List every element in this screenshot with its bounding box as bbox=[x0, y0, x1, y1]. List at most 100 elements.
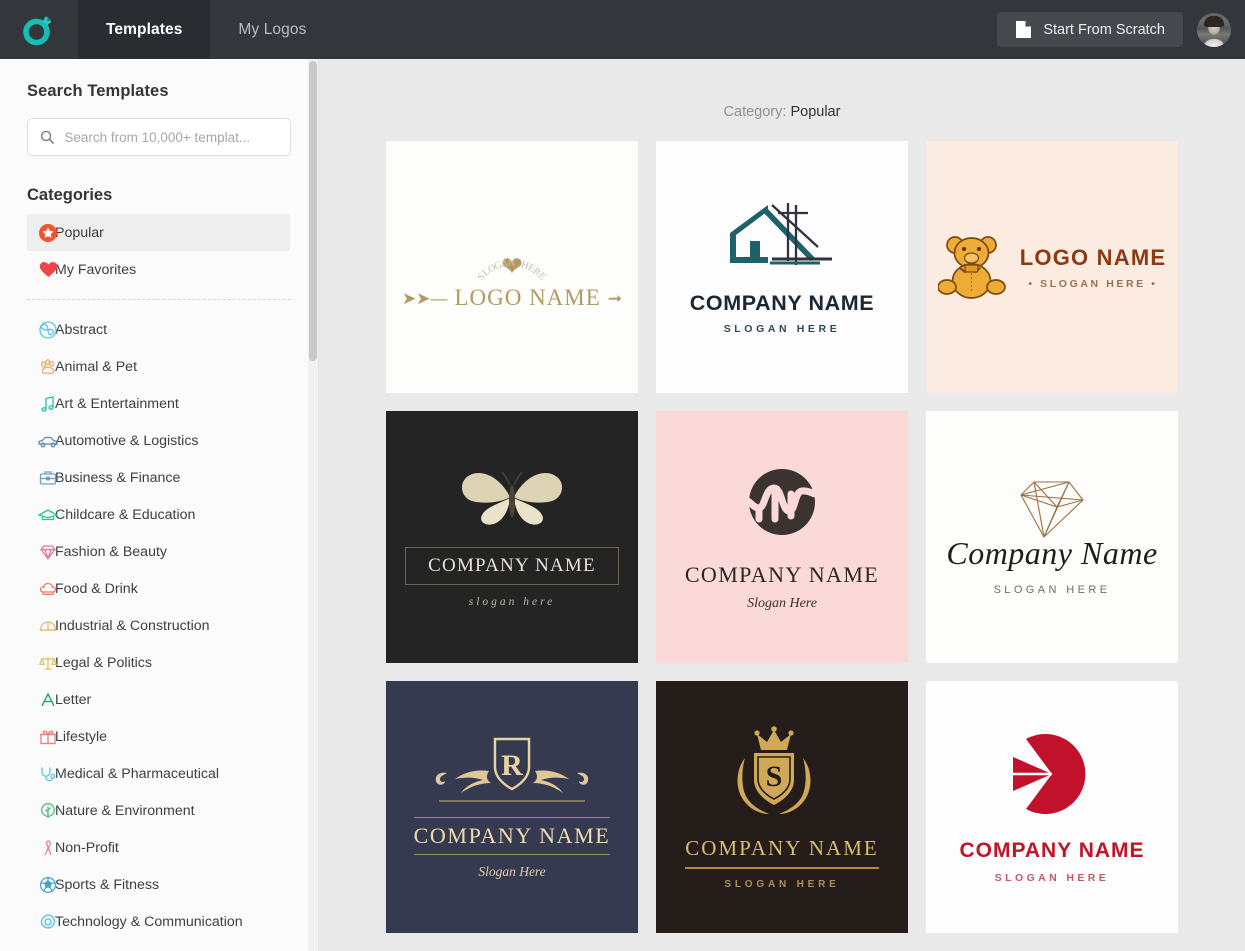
start-from-scratch-button[interactable]: Start From Scratch bbox=[997, 12, 1183, 47]
sidebar-item-childcare-education[interactable]: Childcare & Education bbox=[27, 496, 290, 533]
template-card[interactable]: COMPANY NAME Slogan Here bbox=[656, 411, 908, 663]
sidebar-scrollbar-thumb[interactable] bbox=[309, 61, 317, 361]
search-input[interactable] bbox=[64, 129, 278, 145]
sidebar-item-automotive-logistics-label: Automotive & Logistics bbox=[55, 432, 199, 449]
category-header: Category: Popular bbox=[319, 59, 1245, 120]
template-slogan: SLOGAN HERE bbox=[723, 323, 841, 335]
sidebar-item-popular[interactable]: Popular bbox=[27, 214, 290, 251]
tab-my-logos-label: My Logos bbox=[238, 20, 307, 38]
graduation-cap-icon bbox=[37, 504, 59, 526]
sidebar-item-automotive-logistics[interactable]: Automotive & Logistics bbox=[27, 422, 290, 459]
tab-templates[interactable]: Templates bbox=[78, 0, 211, 59]
sidebar-item-business-finance-label: Business & Finance bbox=[55, 469, 181, 486]
template-slogan: Slogan Here bbox=[478, 863, 546, 879]
template-slogan: • SLOGAN HERE • bbox=[1028, 277, 1158, 290]
template-card[interactable]: COMPANY NAME SLOGAN HERE bbox=[656, 141, 908, 393]
sidebar-item-medical-pharmaceutical-label: Medical & Pharmaceutical bbox=[55, 765, 220, 782]
sidebar-item-fashion-beauty-label: Fashion & Beauty bbox=[55, 543, 167, 560]
sidebar-item-technology-communication[interactable]: Technology & Communication bbox=[27, 903, 290, 940]
sidebar-item-nature-environment[interactable]: Nature & Environment bbox=[27, 792, 290, 829]
sidebar-item-industrial-construction[interactable]: Industrial & Construction bbox=[27, 607, 290, 644]
hard-hat-icon bbox=[37, 615, 59, 637]
sidebar-item-letter-label: Letter bbox=[55, 691, 92, 708]
tab-my-logos[interactable]: My Logos bbox=[210, 0, 334, 59]
category-value-label: Popular bbox=[790, 104, 841, 120]
template-card[interactable]: LOGO NAME • SLOGAN HERE • bbox=[926, 141, 1178, 393]
sidebar-item-my-favorites-label: My Favorites bbox=[55, 261, 137, 278]
template-name: COMPANY NAME bbox=[684, 562, 880, 587]
sidebar-item-legal-politics-label: Legal & Politics bbox=[55, 654, 152, 671]
music-note-icon bbox=[37, 393, 59, 415]
search-templates-box[interactable] bbox=[27, 118, 291, 156]
soccer-ball-icon bbox=[37, 874, 59, 896]
diamond-outline-icon bbox=[1020, 480, 1084, 538]
start-from-scratch-label: Start From Scratch bbox=[1043, 21, 1165, 38]
avatar-hair bbox=[1204, 15, 1224, 27]
house-blueprint-icon bbox=[729, 203, 832, 265]
template-slogan: SLOGAN HERE bbox=[993, 583, 1111, 596]
sidebar-item-food-drink-label: Food & Drink bbox=[55, 580, 138, 597]
crown-crest-laurel-icon: S bbox=[737, 726, 811, 814]
sidebar-item-fashion-beauty[interactable]: Fashion & Beauty bbox=[27, 533, 290, 570]
gift-box-icon bbox=[37, 726, 59, 748]
scales-balance-icon bbox=[37, 652, 59, 674]
sidebar-divider bbox=[27, 299, 291, 300]
butterfly-icon bbox=[461, 471, 563, 525]
templates-main-panel: Category: Popular SLOGAN HERE ❤ ➤➤— LOGO… bbox=[319, 59, 1245, 951]
sidebar-item-industrial-construction-label: Industrial & Construction bbox=[55, 617, 210, 634]
sidebar-item-popular-label: Popular bbox=[55, 224, 104, 241]
sidebar-item-animal-pet[interactable]: Animal & Pet bbox=[27, 348, 290, 385]
sidebar-item-legal-politics[interactable]: Legal & Politics bbox=[27, 644, 290, 681]
sidebar-item-art-entertainment[interactable]: Art & Entertainment bbox=[27, 385, 290, 422]
sidebar-item-childcare-education-label: Childcare & Education bbox=[55, 506, 196, 523]
template-card[interactable]: COMPANY NAME slogan here bbox=[386, 411, 638, 663]
template-slogan: SLOGAN HERE bbox=[724, 879, 840, 890]
star-badge-icon bbox=[37, 222, 59, 244]
template-card[interactable]: COMPANY NAME SLOGAN HERE bbox=[926, 681, 1178, 933]
sidebar-item-business-finance[interactable]: Business & Finance bbox=[27, 459, 290, 496]
search-templates-title: Search Templates bbox=[27, 82, 169, 100]
template-slogan: SLOGAN HERE bbox=[994, 871, 1110, 884]
template-slogan: slogan here bbox=[468, 595, 556, 608]
awareness-ribbon-icon bbox=[37, 837, 59, 859]
app-logo[interactable] bbox=[0, 0, 78, 59]
sidebar-item-lifestyle[interactable]: Lifestyle bbox=[27, 718, 290, 755]
document-page-icon bbox=[1016, 21, 1032, 38]
category-prefix-label: Category: bbox=[723, 104, 787, 120]
template-card[interactable]: SLOGAN HERE ❤ ➤➤— LOGO NAME ➞ bbox=[386, 141, 638, 393]
sidebar-item-my-favorites[interactable]: My Favorites bbox=[27, 251, 290, 288]
slogan-arc-char: N bbox=[507, 258, 517, 269]
sidebar-item-food-drink[interactable]: Food & Drink bbox=[27, 570, 290, 607]
template-name: LOGO NAME bbox=[1019, 244, 1167, 270]
sidebar-scrollbar-track[interactable] bbox=[308, 59, 318, 951]
briefcase-icon bbox=[37, 467, 59, 489]
arrow-feather-icon: ➤➤— bbox=[401, 288, 448, 308]
template-name: COMPANY NAME bbox=[959, 838, 1145, 862]
stethoscope-icon bbox=[37, 763, 59, 785]
sidebar-item-medical-pharmaceutical[interactable]: Medical & Pharmaceutical bbox=[27, 755, 290, 792]
template-name-box: COMPANY NAME bbox=[405, 546, 619, 585]
diamond-gem-icon bbox=[37, 541, 59, 563]
tab-templates-label: Templates bbox=[106, 20, 183, 38]
sidebar-item-nature-environment-label: Nature & Environment bbox=[55, 802, 195, 819]
sidebar-item-abstract[interactable]: Abstract bbox=[27, 311, 290, 348]
template-card[interactable]: R COMPANY NAME Slogan Here bbox=[386, 681, 638, 933]
sidebar-item-technology-communication-label: Technology & Communication bbox=[55, 913, 243, 930]
sidebar-item-lifestyle-label: Lifestyle bbox=[55, 728, 108, 745]
template-text-block: LOGO NAME • SLOGAN HERE • bbox=[1020, 245, 1166, 290]
template-name: COMPANY NAME bbox=[689, 291, 875, 315]
template-name: COMPANY NAME bbox=[413, 816, 611, 855]
chef-hat-icon bbox=[37, 578, 59, 600]
svg-text:S: S bbox=[766, 760, 783, 793]
sidebar-item-letter[interactable]: Letter bbox=[27, 681, 290, 718]
sidebar-item-animal-pet-label: Animal & Pet bbox=[55, 358, 138, 375]
sidebar-item-sports-fitness[interactable]: Sports & Fitness bbox=[27, 866, 290, 903]
template-card[interactable]: S COMPANY NAME SLOGAN HERE bbox=[656, 681, 908, 933]
ornate-shield-icon: R bbox=[435, 737, 589, 802]
slogan-arc: SLOGAN HERE bbox=[447, 223, 577, 283]
heart-icon bbox=[37, 259, 59, 281]
sidebar-item-non-profit[interactable]: Non-Profit bbox=[27, 829, 290, 866]
paw-print-icon bbox=[37, 356, 59, 378]
template-card[interactable]: Company Name SLOGAN HERE bbox=[926, 411, 1178, 663]
avatar[interactable] bbox=[1197, 12, 1231, 47]
